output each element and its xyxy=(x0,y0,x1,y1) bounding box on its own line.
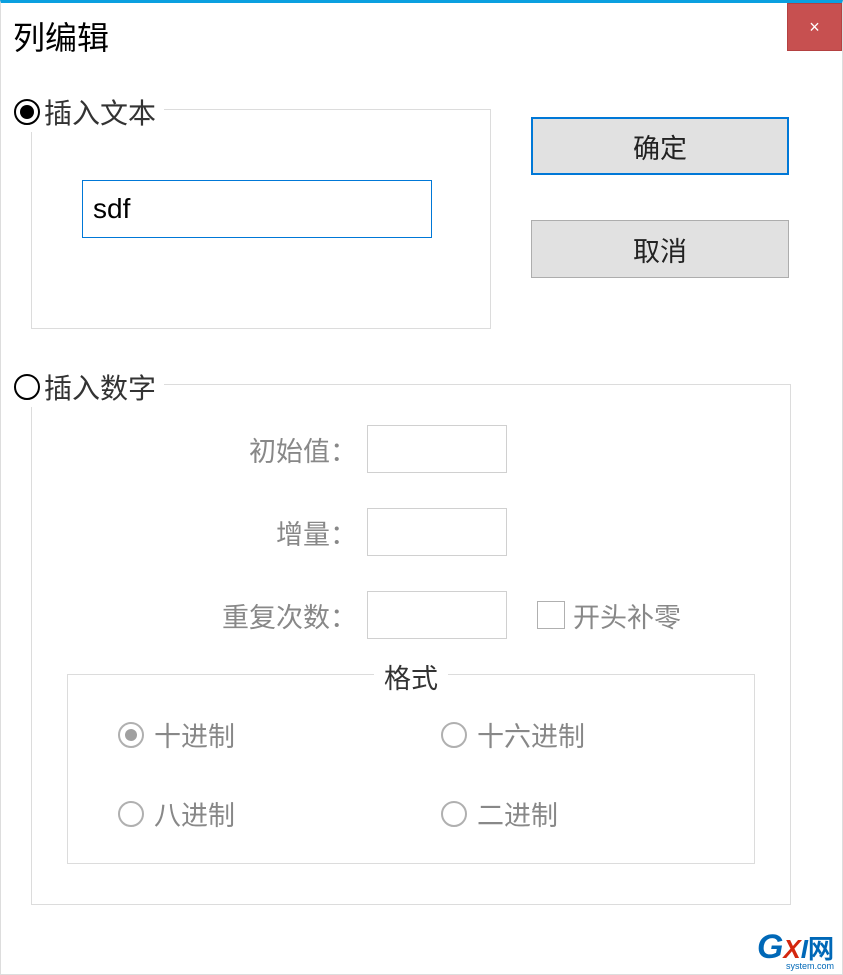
format-bin-label: 二进制 xyxy=(477,794,558,833)
format-grid: 十进制 十六进制 八进制 二进制 xyxy=(118,715,704,833)
insert-text-label: 插入文本 xyxy=(44,92,156,132)
insert-text-group: 插入文本 xyxy=(31,109,491,329)
initial-row: 初始值： xyxy=(67,425,755,473)
watermark-x: X xyxy=(783,934,800,964)
pad-zero-label: 开头补零 xyxy=(573,596,681,635)
repeat-input[interactable] xyxy=(367,591,507,639)
format-legend: 格式 xyxy=(374,657,448,696)
format-hex-option[interactable]: 十六进制 xyxy=(441,715,704,754)
format-oct-label: 八进制 xyxy=(154,794,235,833)
format-dec-radio[interactable] xyxy=(118,722,144,748)
watermark-g: G xyxy=(757,928,783,966)
cancel-button[interactable]: 取消 xyxy=(531,220,789,278)
increment-row: 增量： xyxy=(67,508,755,556)
format-dec-option[interactable]: 十进制 xyxy=(118,715,381,754)
format-dec-label: 十进制 xyxy=(154,715,235,754)
insert-number-legend[interactable]: 插入数字 xyxy=(14,367,164,407)
action-buttons: 确定 取消 xyxy=(531,117,789,329)
format-hex-label: 十六进制 xyxy=(477,715,585,754)
close-icon: × xyxy=(809,17,820,38)
pad-zero-checkbox[interactable] xyxy=(537,601,565,629)
dialog-content: 插入文本 确定 取消 插入数字 初始值： 增量： 重复次数： 开头补零 xyxy=(1,109,842,905)
insert-number-label: 插入数字 xyxy=(44,367,156,407)
repeat-label: 重复次数： xyxy=(67,596,367,635)
increment-label: 增量： xyxy=(67,513,367,552)
format-oct-radio[interactable] xyxy=(118,801,144,827)
repeat-row: 重复次数： 开头补零 xyxy=(67,591,755,639)
insert-text-legend[interactable]: 插入文本 xyxy=(14,92,164,132)
format-group: 格式 十进制 十六进制 八进制 二进制 xyxy=(67,674,755,864)
watermark-i: I xyxy=(801,934,808,964)
format-hex-radio[interactable] xyxy=(441,722,467,748)
title-bar: 列编辑 × xyxy=(1,3,842,69)
format-bin-radio[interactable] xyxy=(441,801,467,827)
top-row: 插入文本 确定 取消 xyxy=(31,109,812,329)
format-oct-option[interactable]: 八进制 xyxy=(118,794,381,833)
insert-text-radio[interactable] xyxy=(14,99,40,125)
increment-input[interactable] xyxy=(367,508,507,556)
insert-text-input[interactable] xyxy=(82,180,432,238)
close-button[interactable]: × xyxy=(787,3,842,51)
insert-number-group: 插入数字 初始值： 增量： 重复次数： 开头补零 格式 十进制 xyxy=(31,384,791,905)
format-bin-option[interactable]: 二进制 xyxy=(441,794,704,833)
pad-zero-wrap[interactable]: 开头补零 xyxy=(537,596,681,635)
watermark: GXI网 system.com xyxy=(757,930,834,971)
insert-number-radio[interactable] xyxy=(14,374,40,400)
initial-label: 初始值： xyxy=(67,430,367,469)
ok-button[interactable]: 确定 xyxy=(531,117,789,175)
initial-input[interactable] xyxy=(367,425,507,473)
dialog-title: 列编辑 xyxy=(1,3,121,69)
watermark-cn: 网 xyxy=(808,934,834,964)
